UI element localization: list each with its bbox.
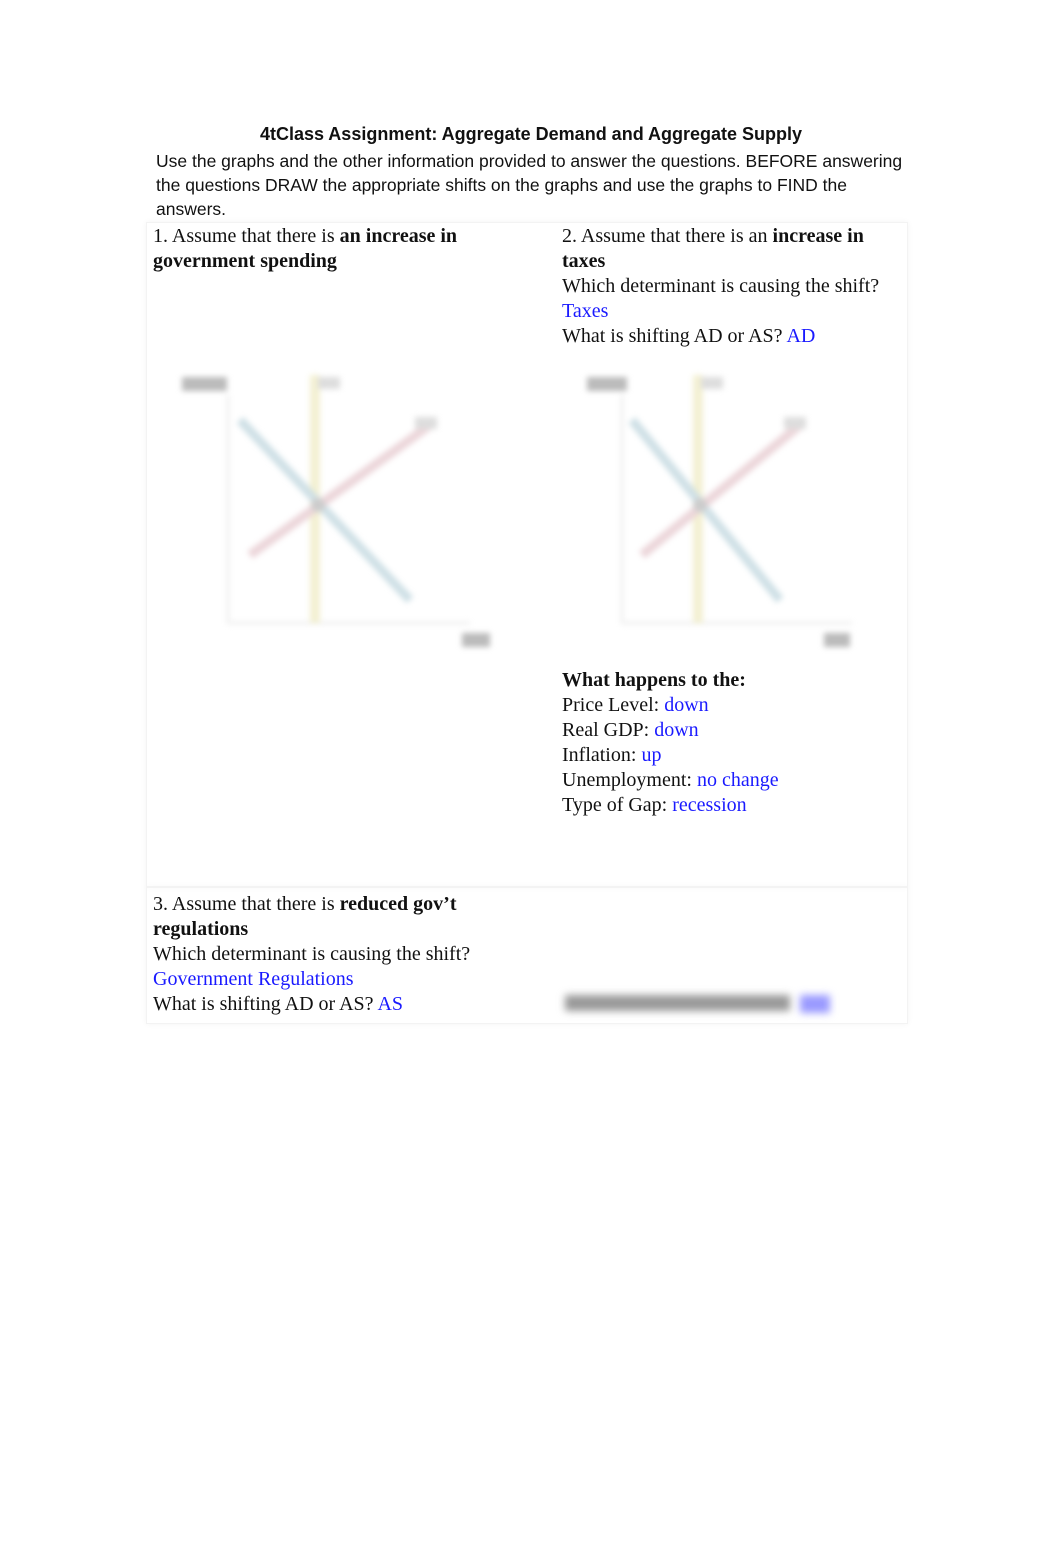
- page-title: 4tClass Assignment: Aggregate Demand and…: [259, 124, 803, 144]
- result-real-gdp: Real GDP: down: [562, 719, 699, 741]
- result-gap: Type of Gap: recession: [562, 794, 747, 816]
- results-section: What happens to the: Price Level: down R…: [562, 668, 902, 818]
- answer-determinant: Government Regulations: [153, 968, 354, 990]
- axis-label-gdp: [462, 633, 490, 647]
- as-line: [639, 421, 803, 559]
- result-inflation: Inflation: up: [562, 744, 662, 766]
- answer-shifting: AD: [786, 325, 816, 347]
- as-line: [247, 421, 433, 559]
- blurred-text: [565, 995, 790, 1011]
- question-1: 1. Assume that there is an increase in g…: [153, 225, 458, 272]
- result-unemployment: Unemployment: no change: [562, 769, 779, 791]
- graph-2: [587, 375, 852, 647]
- graph-1: [182, 375, 490, 647]
- question-3: 3. Assume that there is reduced gov’t re…: [153, 892, 533, 1017]
- question-2: 2. Assume that there is an increase in t…: [562, 224, 902, 349]
- blurred-answer: [800, 995, 830, 1013]
- instructions: Use the graphs and the other information…: [156, 151, 903, 219]
- axis-label-price: [182, 377, 227, 391]
- answer-shifting: AS: [377, 993, 404, 1015]
- row-divider: [146, 886, 908, 888]
- result-price-level: Price Level: down: [562, 694, 709, 716]
- ad-line: [236, 416, 414, 604]
- answer-determinant: Taxes: [562, 300, 609, 322]
- ad-line: [628, 417, 784, 603]
